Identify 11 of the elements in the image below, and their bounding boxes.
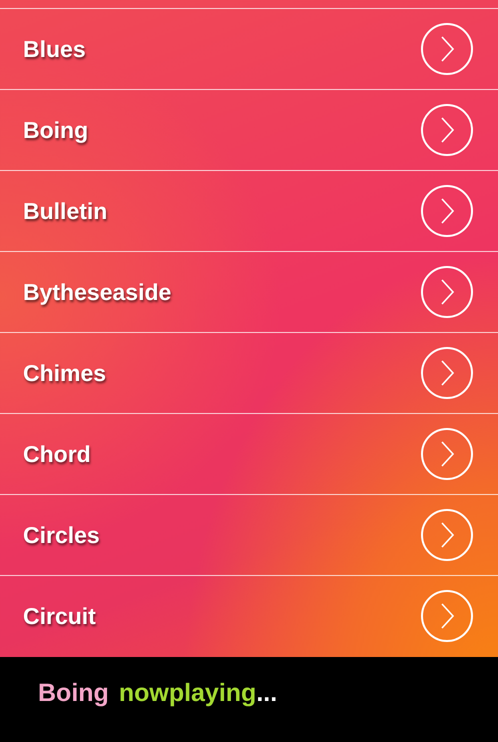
song-title: Boing — [38, 678, 109, 709]
sound-name[interactable]: Circuit — [23, 598, 96, 634]
sound-name[interactable]: Chimes — [23, 356, 106, 390]
sound-name[interactable]: Chord — [23, 436, 91, 472]
sound-name[interactable]: Boing — [23, 112, 88, 148]
status-text: nowplaying — [118, 678, 256, 709]
sound-name[interactable]: Bulletin — [23, 194, 108, 228]
ellipsis-text: ... — [256, 678, 278, 709]
sound-name[interactable]: Bytheseaside — [23, 274, 172, 310]
sound-name[interactable]: Circles — [23, 518, 100, 552]
sound-name[interactable]: Blues — [23, 32, 86, 66]
